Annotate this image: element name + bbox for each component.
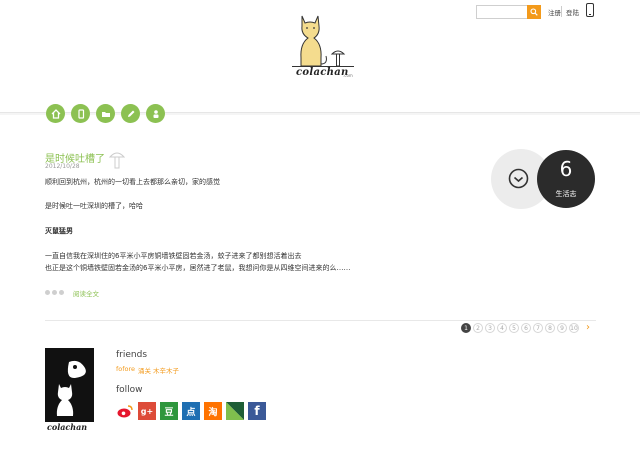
facebook-icon[interactable]: f bbox=[248, 402, 266, 420]
nav-person-button[interactable] bbox=[146, 104, 165, 123]
mushroom-icon bbox=[108, 148, 126, 174]
friend-link[interactable]: 木辛木子 bbox=[153, 365, 179, 375]
page-number[interactable]: 1 bbox=[461, 323, 471, 333]
search-input[interactable] bbox=[476, 5, 528, 19]
nav-home-button[interactable] bbox=[46, 104, 65, 123]
post-count: 6 bbox=[559, 157, 573, 181]
page-number[interactable]: 4 bbox=[497, 323, 507, 333]
post-subheading: 灭鼠猛男 bbox=[45, 227, 73, 235]
page-number[interactable]: 6 bbox=[521, 323, 531, 333]
read-more-link[interactable]: 阅读全文 bbox=[73, 288, 99, 298]
follow-heading: follow bbox=[116, 385, 143, 395]
post-date: 2012/10/28 bbox=[45, 163, 80, 170]
mobile-icon[interactable] bbox=[586, 3, 594, 17]
next-page-button[interactable]: › bbox=[586, 322, 590, 333]
person-icon bbox=[153, 109, 158, 118]
search-icon bbox=[530, 8, 538, 16]
cat-logo-icon: colachan bbox=[45, 348, 94, 432]
dianping-icon[interactable]: 点 bbox=[182, 402, 200, 420]
like-icon[interactable] bbox=[59, 290, 64, 295]
post-paragraph: 也正是这个铜墙铁壁固若金汤的6平米小平房，居然进了老鼠，我想问你是从四维空间进来… bbox=[45, 264, 351, 272]
page-number[interactable]: 8 bbox=[545, 323, 555, 333]
divider bbox=[561, 6, 562, 17]
friend-link[interactable]: 涌关 bbox=[138, 365, 151, 375]
nav-mobile-button[interactable] bbox=[71, 104, 90, 123]
logo-text[interactable]: colachan bbox=[296, 67, 349, 78]
page-number[interactable]: 10 bbox=[569, 323, 579, 333]
pencil-icon bbox=[127, 110, 134, 117]
weibo-icon[interactable] bbox=[116, 402, 134, 420]
clock-icon bbox=[508, 168, 529, 193]
register-link[interactable]: 注册 bbox=[548, 7, 561, 17]
mobile-icon bbox=[77, 108, 84, 119]
content-divider bbox=[45, 320, 596, 321]
delicious-icon[interactable] bbox=[226, 402, 244, 420]
page-number[interactable]: 2 bbox=[473, 323, 483, 333]
search-button[interactable] bbox=[527, 5, 541, 19]
home-icon bbox=[51, 108, 60, 119]
friends-heading: friends bbox=[116, 350, 148, 360]
footer-logo[interactable]: colachan bbox=[45, 348, 94, 434]
google-plus-icon[interactable]: g+ bbox=[138, 402, 156, 420]
folder-icon bbox=[101, 111, 110, 117]
nav-folder-button[interactable] bbox=[96, 104, 115, 123]
post-count-label: 生活志 bbox=[555, 190, 577, 198]
cat-logo-icon bbox=[292, 15, 354, 67]
douban-icon[interactable]: 豆 bbox=[160, 402, 178, 420]
comment-icon[interactable] bbox=[52, 290, 57, 295]
page-number[interactable]: 3 bbox=[485, 323, 495, 333]
logo-suffix: .com bbox=[343, 73, 353, 78]
taobao-icon[interactable]: 淘 bbox=[204, 402, 222, 420]
post-paragraph: 一直自信我在深圳住的6平米小平房铜墙铁壁固若金汤，蚊子进来了都别想活着出去 bbox=[45, 252, 302, 260]
login-link[interactable]: 登陆 bbox=[566, 7, 579, 17]
share-icon[interactable] bbox=[45, 290, 50, 295]
post-paragraph: 顺利回到杭州，杭州的一切看上去都那么亲切，家的感觉 bbox=[45, 178, 220, 186]
page-number[interactable]: 9 bbox=[557, 323, 567, 333]
svg-text:colachan: colachan bbox=[47, 422, 87, 432]
post-paragraph: 是时候吐一吐深圳的槽了，哈哈 bbox=[45, 202, 143, 210]
page-number[interactable]: 7 bbox=[533, 323, 543, 333]
nav-pencil-button[interactable] bbox=[121, 104, 140, 123]
friend-link[interactable]: fofore bbox=[116, 365, 135, 373]
page-number[interactable]: 5 bbox=[509, 323, 519, 333]
